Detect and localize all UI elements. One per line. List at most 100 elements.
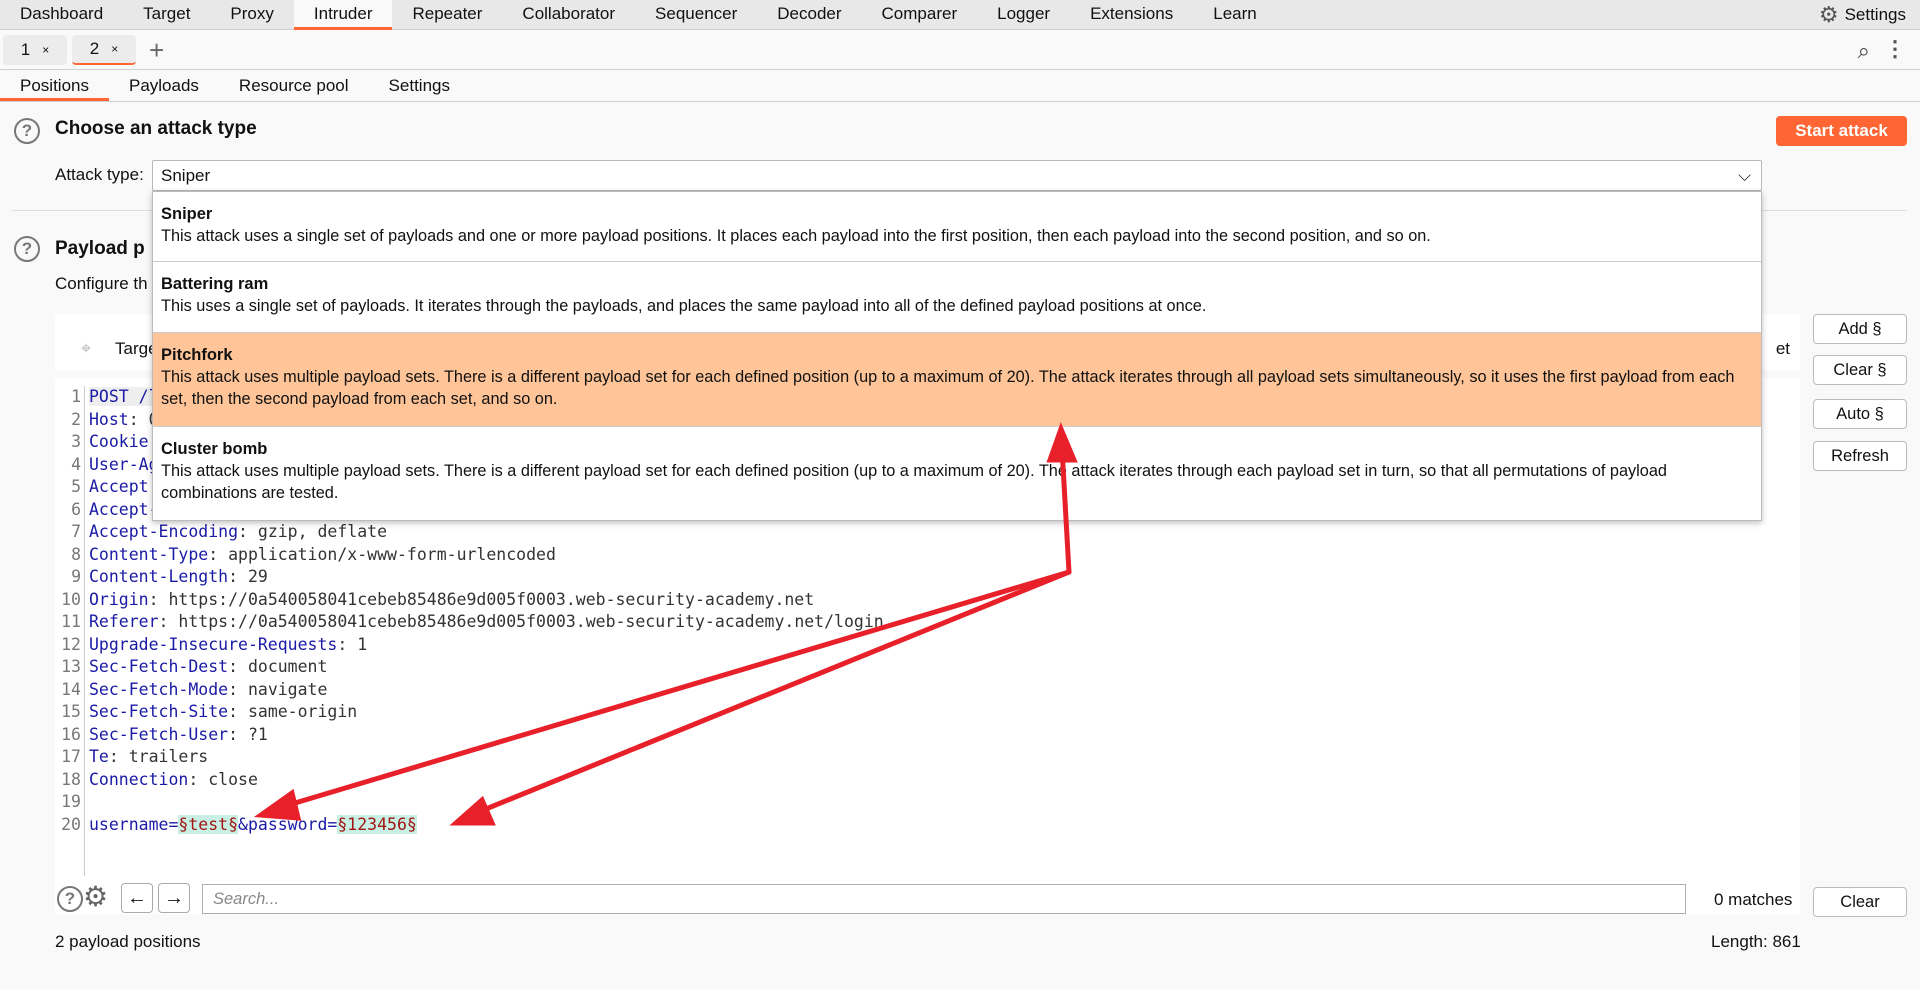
- header-value: : document: [228, 657, 328, 676]
- clear-search-button[interactable]: Clear: [1813, 887, 1907, 917]
- option-title: Pitchfork: [161, 346, 233, 364]
- line-number: 20: [61, 814, 81, 834]
- sub-tabs: Positions Payloads Resource pool Settings: [0, 70, 1920, 102]
- help-icon[interactable]: ?: [14, 236, 40, 262]
- line-number: 9: [71, 567, 81, 586]
- line-number: 14: [61, 679, 81, 699]
- header-value: : 29: [228, 567, 268, 586]
- tab-positions[interactable]: Positions: [0, 70, 109, 101]
- payload-marker-1[interactable]: §test§: [178, 814, 239, 834]
- nav-logger[interactable]: Logger: [977, 0, 1070, 30]
- request-line: 8 Content-Type: application/x-www-form-ur…: [55, 544, 1800, 567]
- header-value: : ?1: [228, 724, 268, 744]
- header-name: Te: [89, 747, 109, 766]
- tab-settings[interactable]: Settings: [369, 70, 470, 101]
- auto-markers-button[interactable]: Auto §: [1813, 399, 1907, 429]
- line-number: 6: [71, 499, 81, 519]
- header-value: : close: [188, 769, 258, 789]
- option-desc: This attack uses multiple payload sets. …: [161, 462, 1667, 502]
- request-length: Length: 861: [1711, 932, 1801, 951]
- clear-markers-button[interactable]: Clear §: [1813, 355, 1907, 385]
- body-param-username: username=: [89, 814, 179, 834]
- header-value: : trailers: [108, 747, 209, 766]
- nav-dashboard[interactable]: Dashboard: [0, 0, 123, 30]
- header-value: : 1: [337, 634, 368, 654]
- option-pitchfork[interactable]: Pitchfork This attack uses multiple paylo…: [153, 333, 1761, 427]
- line-number: 7: [71, 522, 81, 541]
- header-name: Accept: [89, 477, 149, 496]
- header-name: Upgrade-Insecure-Requests: [89, 634, 338, 654]
- header-name: POST /l: [89, 387, 159, 406]
- nav-intruder[interactable]: Intruder: [293, 0, 393, 30]
- option-title: Sniper: [161, 205, 213, 223]
- header-value: : navigate: [228, 679, 328, 699]
- search-input[interactable]: Search...: [202, 884, 1686, 914]
- intruder-tab-row: 1 × 2 × +: [0, 31, 1920, 70]
- payload-positions-desc: Configure th: [55, 274, 148, 293]
- close-icon[interactable]: ×: [111, 42, 118, 56]
- previous-arrow-icon[interactable]: ←: [121, 883, 153, 913]
- help-icon[interactable]: ?: [14, 118, 40, 144]
- option-desc: This attack uses multiple payload sets. …: [161, 368, 1735, 408]
- header-value: : https://0a540058041cebeb85486e9d005f00…: [148, 589, 815, 609]
- top-nav: Dashboard Target Proxy Intruder Repeater Coll…: [0, 0, 1920, 30]
- add-tab-icon[interactable]: +: [149, 35, 164, 66]
- header-name: Sec-Fetch-Site: [89, 702, 229, 721]
- line-number: 16: [61, 724, 81, 744]
- nav-target[interactable]: Target: [123, 0, 210, 30]
- nav-decoder[interactable]: Decoder: [757, 0, 861, 30]
- next-arrow-icon[interactable]: →: [158, 883, 190, 913]
- option-battering-ram[interactable]: Battering ram This uses a single set of p…: [153, 262, 1761, 333]
- tab-label: 1: [20, 40, 31, 59]
- add-marker-button[interactable]: Add §: [1813, 314, 1907, 344]
- start-attack-button[interactable]: Start attack: [1776, 116, 1907, 146]
- attack-type-select[interactable]: Sniper ⌵: [152, 160, 1762, 191]
- settings-button[interactable]: ⚙ Settings: [1819, 0, 1906, 30]
- body-param-password: &password=: [238, 814, 338, 834]
- option-desc: This attack uses a single set of payload…: [161, 227, 1431, 245]
- intruder-tab[interactable]: 1 ×: [3, 35, 67, 65]
- nav-proxy[interactable]: Proxy: [210, 0, 293, 30]
- search-icon[interactable]: ⌕: [1858, 38, 1870, 64]
- header-value: : gzip, deflate: [238, 522, 388, 541]
- help-icon[interactable]: ?: [57, 886, 83, 912]
- attack-type-label: Attack type:: [55, 165, 144, 184]
- close-icon[interactable]: ×: [42, 43, 49, 57]
- line-number: 1: [71, 387, 81, 406]
- option-title: Battering ram: [161, 275, 269, 293]
- nav-repeater[interactable]: Repeater: [392, 0, 502, 30]
- gear-icon[interactable]: ⚙: [83, 880, 108, 913]
- nav-extensions[interactable]: Extensions: [1070, 0, 1193, 30]
- tab-resource-pool[interactable]: Resource pool: [219, 70, 369, 101]
- option-title: Cluster bomb: [161, 440, 268, 458]
- nav-comparer[interactable]: Comparer: [862, 0, 978, 30]
- line-number: 10: [61, 589, 81, 609]
- line-number: 12: [61, 634, 81, 654]
- tab-label: 2: [89, 39, 100, 58]
- option-cluster-bomb[interactable]: Cluster bomb This attack uses multiple pa…: [153, 427, 1761, 521]
- attack-type-heading: Choose an attack type: [55, 118, 257, 139]
- header-name: Connection: [89, 769, 189, 789]
- payload-marker-2[interactable]: §123456§: [337, 814, 417, 834]
- option-sniper[interactable]: Sniper This attack uses a single set of p…: [153, 192, 1761, 262]
- chevron-down-icon: ⌵: [1738, 166, 1751, 185]
- nav-sequencer[interactable]: Sequencer: [635, 0, 757, 30]
- more-options-icon[interactable]: ⋮: [1884, 36, 1906, 62]
- header-name: Content-Length: [89, 567, 229, 586]
- intruder-tab[interactable]: 2 ×: [72, 35, 136, 65]
- line-number: 13: [61, 657, 81, 676]
- match-count: 0 matches: [1714, 890, 1793, 909]
- nav-collaborator[interactable]: Collaborator: [502, 0, 635, 30]
- request-line: 10 Origin: https://0a540058041cebeb85486e…: [55, 589, 1800, 612]
- header-name: Sec-Fetch-User: [89, 724, 229, 744]
- request-body-line: 20 username=§test§&password=§123456§: [55, 814, 1800, 837]
- gear-icon: ⚙: [1818, 2, 1839, 27]
- refresh-button[interactable]: Refresh: [1813, 441, 1907, 471]
- tab-payloads[interactable]: Payloads: [109, 70, 219, 101]
- header-name: Origin: [89, 589, 149, 609]
- header-name: Accept-Encoding: [89, 522, 239, 541]
- target-icon: ⌖: [81, 338, 92, 358]
- line-number: 11: [61, 612, 81, 631]
- nav-learn[interactable]: Learn: [1193, 0, 1276, 30]
- line-number: 19: [61, 792, 81, 811]
